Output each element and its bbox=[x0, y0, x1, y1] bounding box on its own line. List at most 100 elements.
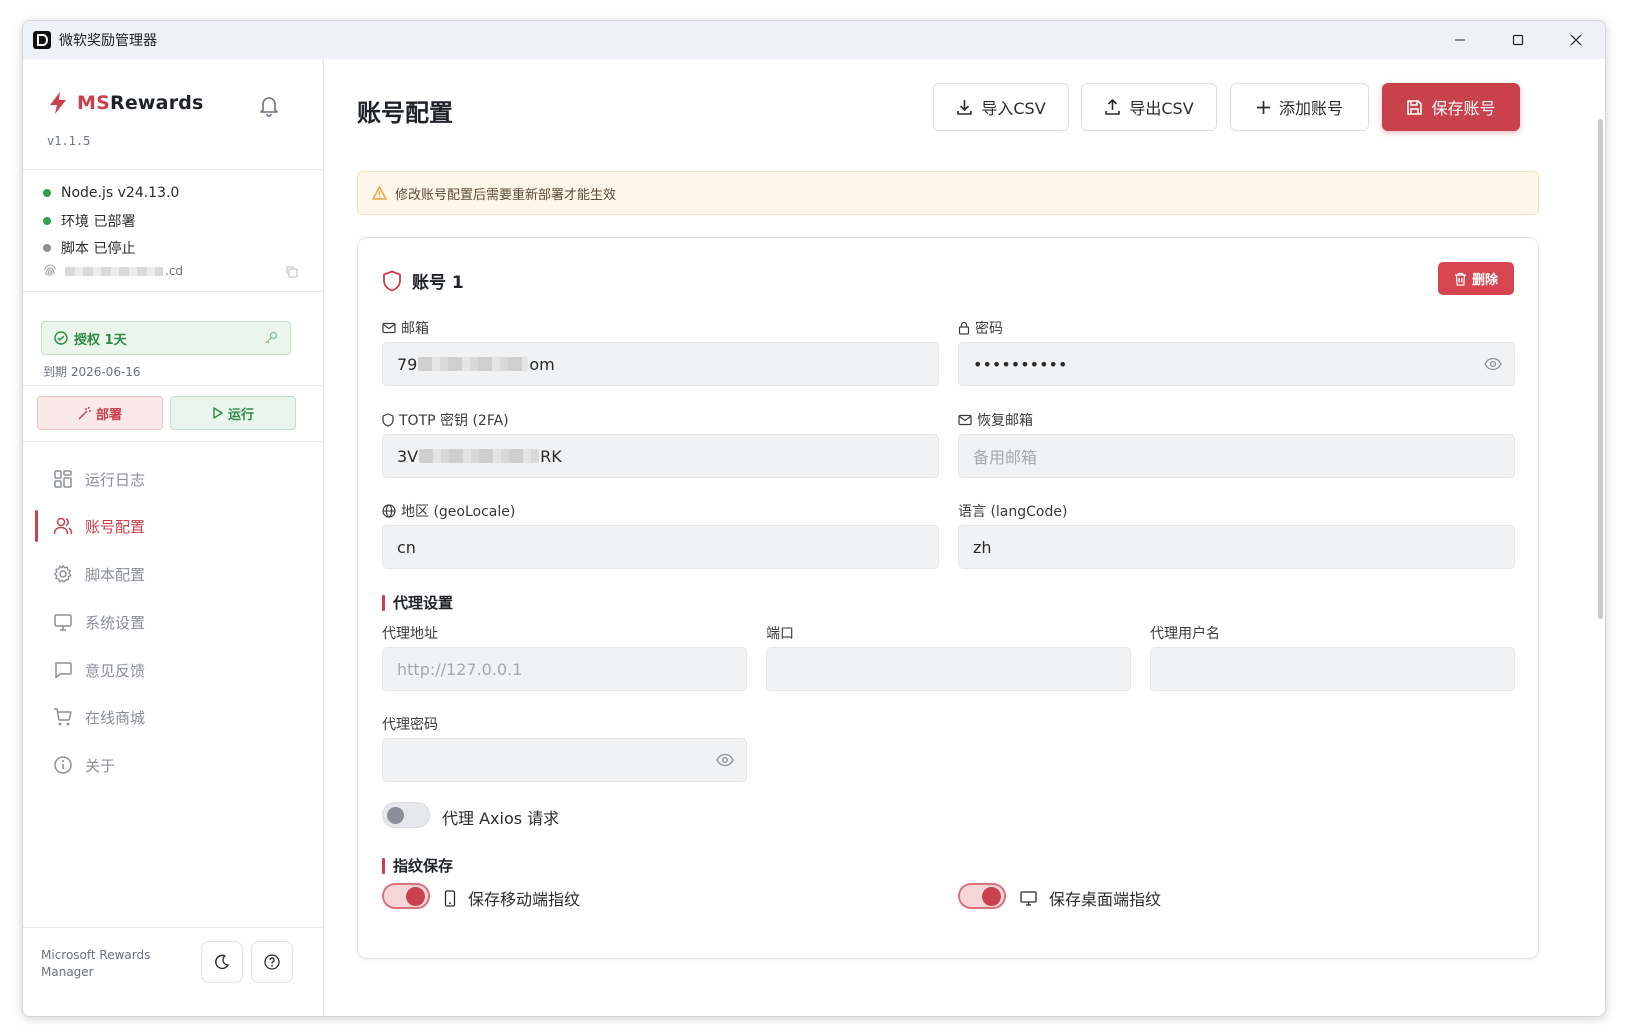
add-account-button[interactable]: 添加账号 bbox=[1230, 83, 1369, 131]
lightning-icon bbox=[50, 92, 66, 114]
maximize-icon bbox=[1512, 34, 1524, 46]
monitor-icon bbox=[1020, 890, 1037, 906]
minimize-button[interactable] bbox=[1431, 21, 1489, 59]
nav-item-system-settings[interactable]: 系统设置 bbox=[35, 602, 311, 642]
key-icon bbox=[265, 331, 278, 344]
divider bbox=[23, 169, 323, 170]
save-icon bbox=[1407, 99, 1423, 115]
app-logo-icon bbox=[33, 31, 51, 49]
version-label: v1.1.5 bbox=[47, 134, 91, 148]
message-icon bbox=[51, 660, 75, 680]
moon-icon bbox=[215, 954, 229, 970]
toggle-knob bbox=[982, 887, 1001, 906]
nav-item-script-config[interactable]: 脚本配置 bbox=[35, 554, 311, 594]
check-circle-icon bbox=[54, 331, 68, 345]
geo-locale-label: 地区 (geoLocale) bbox=[382, 501, 515, 521]
mobile-fingerprint-toggle[interactable] bbox=[382, 883, 430, 909]
password-label: 密码 bbox=[958, 318, 1003, 338]
proxy-username-label: 代理用户名 bbox=[1150, 626, 1220, 642]
trash-icon bbox=[1454, 272, 1466, 286]
sidebar: MSRewards v1.1.5 Node.js v24.13.0 环境 已部署… bbox=[23, 59, 324, 1016]
plus-icon bbox=[1256, 100, 1270, 114]
totp-field[interactable]: 3V RK bbox=[382, 434, 939, 478]
show-proxy-password-toggle[interactable] bbox=[716, 752, 734, 771]
users-icon bbox=[51, 516, 75, 536]
geo-locale-field[interactable]: cn bbox=[382, 525, 939, 569]
nav-item-store[interactable]: 在线商城 bbox=[35, 697, 311, 737]
cart-icon bbox=[51, 707, 75, 727]
lock-icon bbox=[958, 321, 970, 335]
gear-icon bbox=[51, 564, 75, 584]
password-field[interactable]: •••••••••• bbox=[958, 342, 1515, 386]
page-title: 账号配置 bbox=[357, 99, 453, 127]
redeploy-warning: 修改账号配置后需要重新部署才能生效 bbox=[357, 171, 1539, 215]
nav-item-feedback[interactable]: 意见反馈 bbox=[35, 650, 311, 690]
account-title: 账号 1 bbox=[382, 268, 464, 293]
smartphone-icon bbox=[444, 889, 456, 907]
copy-icon[interactable] bbox=[285, 265, 298, 278]
scrollbar[interactable] bbox=[1598, 119, 1603, 619]
shield-icon bbox=[383, 270, 401, 291]
download-icon bbox=[957, 99, 973, 115]
proxy-port-field[interactable] bbox=[766, 647, 1131, 691]
masked-machine-id bbox=[65, 266, 163, 276]
app-window: 微软奖励管理器 MSRewards v1.1.5 Node.js v24.13.… bbox=[22, 20, 1606, 1017]
recovery-email-field[interactable]: 备用邮箱 bbox=[958, 434, 1515, 478]
shield-icon bbox=[382, 413, 394, 427]
nav-item-about[interactable]: 关于 bbox=[35, 745, 311, 785]
notification-bell-button[interactable] bbox=[259, 95, 279, 121]
desktop-fingerprint-label: 保存桌面端指纹 bbox=[1020, 886, 1161, 910]
masked-text bbox=[419, 449, 540, 463]
title-bar: 微软奖励管理器 bbox=[23, 21, 1605, 59]
mobile-fingerprint-label: 保存移动端指纹 bbox=[444, 886, 580, 910]
export-csv-button[interactable]: 导出CSV bbox=[1081, 83, 1217, 131]
upload-icon bbox=[1105, 98, 1121, 115]
close-button[interactable] bbox=[1547, 21, 1605, 59]
proxy-axios-label: 代理 Axios 请求 bbox=[442, 809, 560, 828]
machine-id: .cd bbox=[43, 264, 298, 278]
close-icon bbox=[1570, 34, 1582, 46]
theme-toggle-button[interactable] bbox=[201, 941, 243, 983]
nav-item-accounts[interactable]: 账号配置 bbox=[35, 506, 311, 546]
window-title: 微软奖励管理器 bbox=[59, 33, 157, 49]
info-icon bbox=[51, 755, 75, 775]
email-field[interactable]: 79 om bbox=[382, 342, 939, 386]
show-password-toggle[interactable] bbox=[1484, 356, 1502, 375]
proxy-password-field[interactable] bbox=[382, 738, 747, 782]
proxy-username-field[interactable] bbox=[1150, 647, 1515, 691]
divider bbox=[23, 291, 323, 292]
import-csv-button[interactable]: 导入CSV bbox=[933, 83, 1069, 131]
monitor-icon bbox=[51, 612, 75, 632]
totp-label: TOTP 密钥 (2FA) bbox=[382, 410, 509, 430]
eye-icon bbox=[1484, 357, 1502, 371]
deploy-button[interactable]: 部署 bbox=[37, 396, 163, 430]
save-account-button[interactable]: 保存账号 bbox=[1382, 83, 1520, 131]
warning-icon bbox=[372, 186, 387, 200]
proxy-port-label: 端口 bbox=[766, 626, 794, 642]
license-expiry: 到期 2026-06-16 bbox=[43, 365, 141, 379]
delete-account-button[interactable]: 删除 bbox=[1438, 262, 1514, 295]
desktop-fingerprint-toggle[interactable] bbox=[958, 883, 1006, 909]
wand-icon bbox=[78, 406, 91, 419]
footer-app-name: Microsoft Rewards Manager bbox=[41, 948, 151, 979]
lang-code-label: 语言 (langCode) bbox=[958, 504, 1068, 520]
help-button[interactable] bbox=[251, 941, 293, 983]
divider bbox=[23, 441, 323, 442]
brand: MSRewards bbox=[47, 91, 204, 115]
globe-icon bbox=[382, 504, 396, 518]
maximize-button[interactable] bbox=[1489, 21, 1547, 59]
fingerprint-section-title: 指纹保存 bbox=[382, 855, 453, 876]
proxy-axios-toggle[interactable] bbox=[382, 802, 430, 828]
status-script: 脚本 已停止 bbox=[43, 238, 135, 258]
status-node: Node.js v24.13.0 bbox=[43, 185, 179, 201]
status-dot bbox=[43, 189, 51, 197]
lang-code-field[interactable]: zh bbox=[958, 525, 1515, 569]
run-button[interactable]: 运行 bbox=[170, 396, 296, 430]
proxy-section-title: 代理设置 bbox=[382, 592, 453, 613]
license-badge[interactable]: 授权 1天 bbox=[41, 321, 291, 355]
mail-icon bbox=[958, 414, 972, 426]
brand-name: MSRewards bbox=[77, 92, 204, 114]
nav-item-logs[interactable]: 运行日志 bbox=[35, 459, 311, 499]
proxy-url-field[interactable]: http://127.0.0.1 bbox=[382, 647, 747, 691]
eye-icon bbox=[716, 753, 734, 767]
